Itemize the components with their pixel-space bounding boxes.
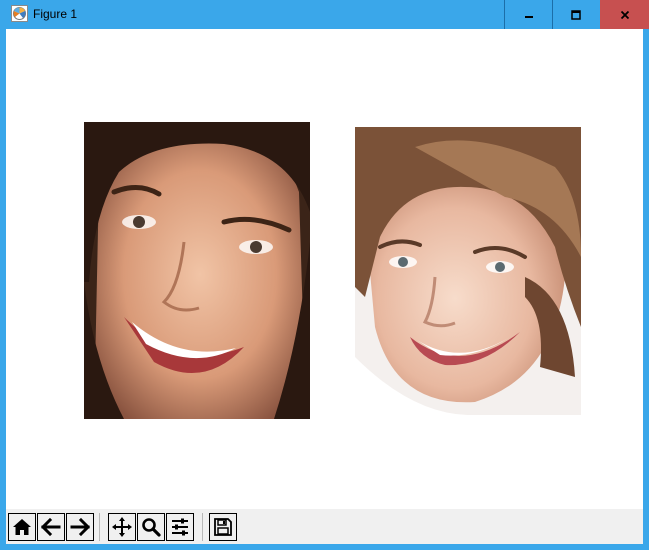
configure-subplots-icon [172,518,188,536]
pan-icon [112,517,132,537]
configure-subplots-button[interactable] [166,513,194,541]
face-image-left [84,122,310,419]
toolbar-separator [202,513,203,541]
figure-canvas[interactable] [6,29,643,509]
forward-arrow-icon [70,517,90,537]
window-bottom-border [0,544,649,550]
back-arrow-icon [41,517,61,537]
face-image-right [355,127,581,415]
save-button[interactable] [209,513,237,541]
navigation-toolbar [6,509,643,544]
zoom-icon [142,518,161,537]
title-bar[interactable]: Figure 1 [0,0,649,29]
maximize-button[interactable] [552,0,599,29]
pan-button[interactable] [108,513,136,541]
forward-button[interactable] [66,513,94,541]
window-title: Figure 1 [33,7,78,21]
title-button-divider [504,0,505,29]
figure-window: Figure 1 [0,0,649,550]
save-icon [214,518,232,536]
maximize-icon [570,9,581,20]
home-button[interactable] [8,513,36,541]
minimize-button[interactable] [505,0,552,29]
zoom-button[interactable] [137,513,165,541]
close-button[interactable] [600,0,649,29]
minimize-icon [524,15,533,18]
title-button-divider [552,0,553,29]
back-button[interactable] [37,513,65,541]
matplotlib-app-icon [11,5,28,22]
close-icon [620,10,629,19]
toolbar-separator [99,513,100,541]
home-icon [13,519,31,535]
